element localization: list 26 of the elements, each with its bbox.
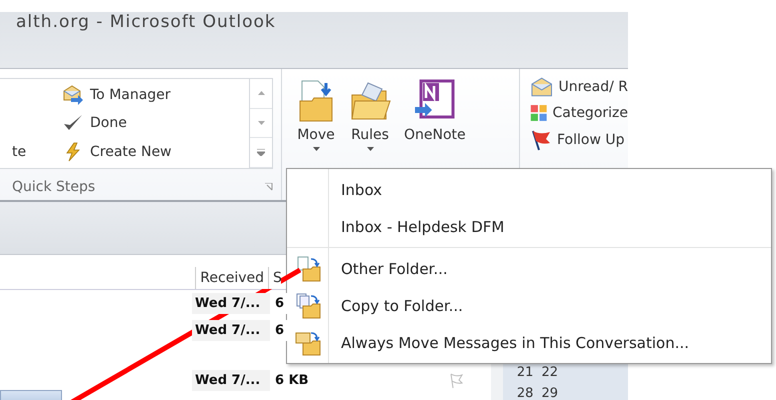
envelope-button[interactable]: Unread/ R — [530, 77, 628, 97]
rules-button[interactable]: Rules — [348, 79, 392, 155]
quick-step-item[interactable]: te — [12, 144, 26, 160]
column-header[interactable]: Received — [195, 267, 268, 289]
onenote-button[interactable]: OneNote — [404, 79, 466, 155]
calendar-day[interactable]: 29 — [541, 386, 558, 400]
flag-button[interactable]: Follow Up — [530, 129, 628, 151]
quick-step-item[interactable]: To Manager — [62, 85, 249, 106]
move-button[interactable]: Move — [296, 79, 336, 155]
table-cell: Wed 7/... — [192, 370, 270, 391]
quick-step-item[interactable]: Create New — [62, 142, 249, 162]
table-cell: Wed 7/... — [192, 293, 270, 314]
menu-item[interactable]: Other Folder... — [287, 250, 771, 287]
calendar-day[interactable]: 28 — [516, 386, 534, 400]
group-label: Quick Steps — [12, 179, 96, 195]
table-cell: Wed 7/... — [192, 320, 270, 341]
window-title: alth.org - Microsoft Outlook — [16, 12, 277, 32]
calendar-day[interactable]: 21 — [516, 365, 534, 380]
menu-item[interactable]: Inbox — [287, 171, 771, 208]
categories-button[interactable]: Categorize — [530, 102, 628, 124]
menu-item[interactable]: Inbox - Helpdesk DFM — [287, 208, 771, 245]
quick-step-item[interactable]: Done — [62, 113, 249, 134]
menu-item[interactable]: Always Move Messages in This Conversation... — [287, 324, 771, 361]
menu-item[interactable]: Copy to Folder... — [287, 287, 771, 324]
calendar-day[interactable]: 22 — [541, 365, 558, 380]
column-header[interactable]: S — [268, 267, 281, 289]
